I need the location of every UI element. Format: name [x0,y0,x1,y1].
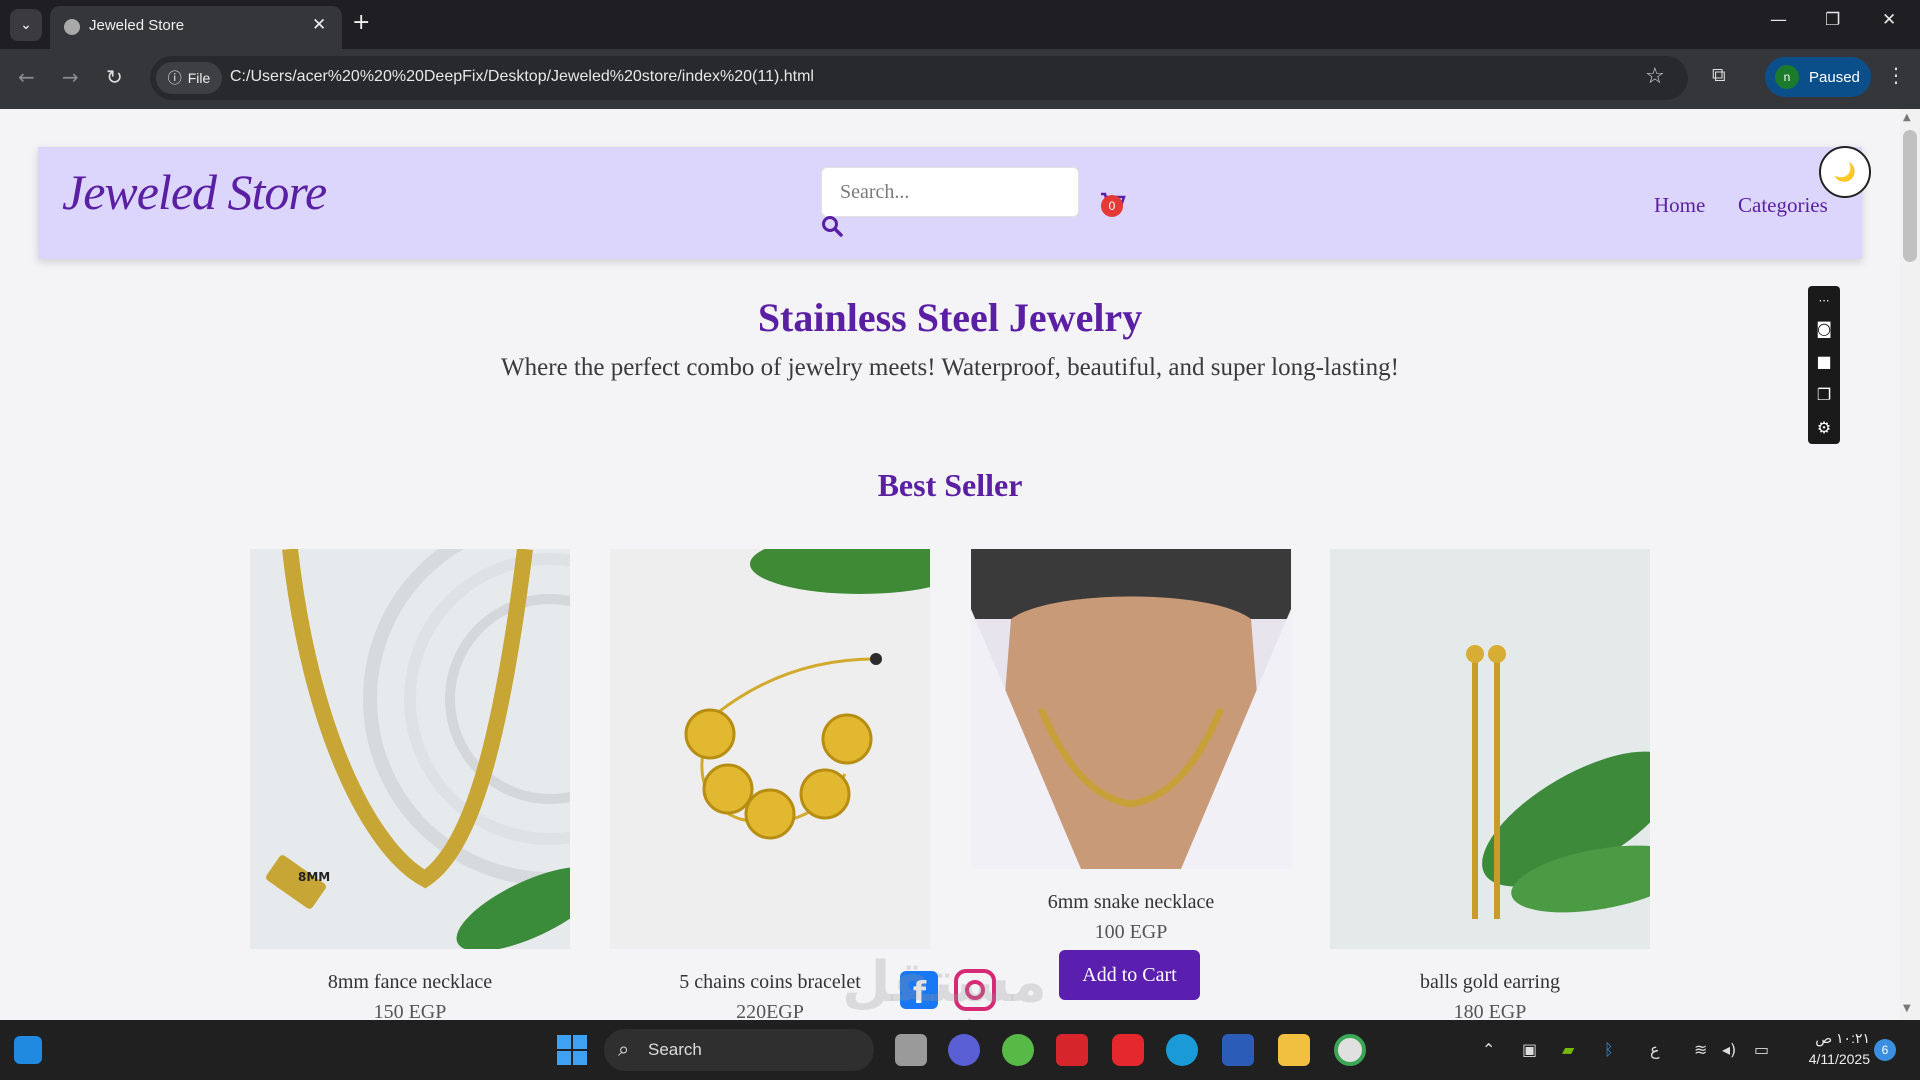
page-viewport: Jeweled Store 0 Home Categories Stainles… [0,109,1900,1020]
duolingo-icon[interactable] [1002,1034,1034,1066]
avatar: n [1775,65,1799,89]
word-icon[interactable] [1222,1034,1254,1066]
site-logo[interactable]: Jeweled Store [62,163,327,221]
product-price: 150 EGP [373,1001,447,1020]
teams-icon[interactable] [948,1034,980,1066]
product-price: 100 EGP [1094,921,1168,943]
forward-icon[interactable]: → [62,65,79,89]
chevron-up-icon[interactable]: ⌃ [1482,1040,1495,1059]
input-language[interactable]: ع [1650,1040,1660,1059]
search-icon: ⌕ [618,1037,630,1061]
product-name[interactable]: 6mm snake necklace [971,891,1291,914]
clock-date[interactable]: 4/11/2025 [1786,1051,1870,1067]
profile-button[interactable]: n Paused [1765,57,1871,97]
close-window-icon[interactable]: ✕ [1882,10,1896,30]
bluetooth-icon[interactable]: ᛒ [1604,1040,1614,1059]
edge-icon[interactable] [1166,1034,1198,1066]
browser-toolbar: ← → ↻ ⓘ File C:/Users/acer%20%20%20DeepF… [0,49,1920,109]
address-bar[interactable]: ⓘ File C:/Users/acer%20%20%20DeepFix/Des… [150,56,1688,100]
file-explorer-icon[interactable] [1278,1034,1310,1066]
scheme-label: File [187,70,211,86]
nvidia-icon[interactable]: ▰ [1562,1040,1574,1059]
product-image[interactable] [971,549,1291,869]
cart-count-badge: 0 [1101,195,1123,217]
close-tab-icon[interactable]: ✕ [312,15,326,35]
notification-badge[interactable]: 6 [1874,1039,1896,1061]
site-info-chip[interactable]: ⓘ File [156,62,222,94]
pdf-icon[interactable] [1056,1034,1088,1066]
product-image[interactable]: 8MM [250,549,570,949]
back-icon[interactable]: ← [18,65,35,89]
new-tab-button[interactable]: + [352,10,370,35]
info-icon: ⓘ [167,70,182,86]
tab-search-button[interactable]: ⌄ [10,9,42,41]
window-icon[interactable]: ❐ [1812,382,1836,406]
reload-icon[interactable]: ↻ [106,65,123,89]
best-seller-heading: Best Seller [877,467,1023,503]
taskbar-search[interactable]: ⌕ Search [604,1029,874,1071]
screen-recorder-toolbar: ⋯ ◙ ■ ❐ ⚙ [1808,286,1840,444]
moon-icon: 🌙 [1833,161,1857,183]
hero-title: Stainless Steel Jewelry [757,295,1143,340]
taskbar: ⌕ Search ⌃ ▣ ▰ ᛒ ع ≋ ◂) ▭ ١٠:٢١ ص 4/11/2… [0,1020,1920,1080]
browser-menu-icon[interactable]: ⋮ [1886,63,1906,87]
search-icon[interactable] [821,215,843,237]
browser-tab[interactable]: Jeweled Store ✕ [50,6,342,49]
url-text[interactable]: C:/Users/acer%20%20%20DeepFix/Desktop/Je… [230,68,814,86]
nav-home[interactable]: Home [1654,193,1705,218]
camera-icon[interactable]: ◙ [1812,316,1836,340]
scrollbar-thumb[interactable] [1903,130,1917,262]
volume-icon[interactable]: ◂) [1722,1040,1736,1059]
globe-icon [64,19,80,35]
more-icon[interactable]: ⋯ [1812,288,1836,312]
dark-mode-toggle[interactable]: 🌙 [1819,146,1871,198]
hero-subtitle: Where the perfect combo of jewelry meets… [501,354,1399,381]
browser-tab-strip: ⌄ Jeweled Store ✕ + — ❐ ✕ [0,0,1920,49]
battery-icon[interactable]: ▭ [1754,1040,1769,1059]
task-view-icon[interactable] [895,1034,927,1066]
wps-icon[interactable] [1112,1034,1144,1066]
clock-time[interactable]: ١٠:٢١ ص [1800,1030,1870,1047]
settings-icon[interactable]: ⚙ [1812,415,1836,439]
site-header: Jeweled Store 0 Home Categories [38,147,1862,259]
app-tray-icon[interactable]: ▣ [1522,1040,1537,1059]
product-image[interactable] [1330,549,1650,949]
product-price: 180 EGP [1453,1001,1527,1020]
wifi-icon[interactable]: ≋ [1694,1040,1707,1059]
widgets-icon[interactable] [14,1036,42,1064]
profile-status: Paused [1809,68,1860,86]
nav-categories[interactable]: Categories [1738,193,1828,218]
scroll-up-icon[interactable]: ▲ [1903,112,1911,123]
product-name[interactable]: balls gold earring [1330,971,1650,994]
watermark-arabic: مستقل [842,950,1047,1015]
product-name[interactable]: 8mm fance necklace [250,971,570,994]
chrome-icon[interactable] [1334,1034,1366,1066]
add-to-cart-button[interactable]: Add to Cart [1059,950,1200,1000]
taskbar-search-label: Search [648,1040,702,1059]
minimize-icon[interactable]: — [1770,10,1787,30]
scroll-down-icon[interactable]: ▼ [1903,1003,1911,1014]
video-icon[interactable]: ■ [1812,349,1836,373]
restore-icon[interactable]: ❐ [1825,10,1840,30]
extensions-icon[interactable]: ⧉ [1712,64,1726,86]
bookmark-star-icon[interactable]: ☆ [1645,64,1665,89]
product-image[interactable] [610,549,930,949]
start-icon[interactable] [556,1034,588,1066]
tab-title: Jeweled Store [89,17,185,34]
image-caption: 8MM [298,870,330,884]
search-input[interactable] [821,167,1079,217]
